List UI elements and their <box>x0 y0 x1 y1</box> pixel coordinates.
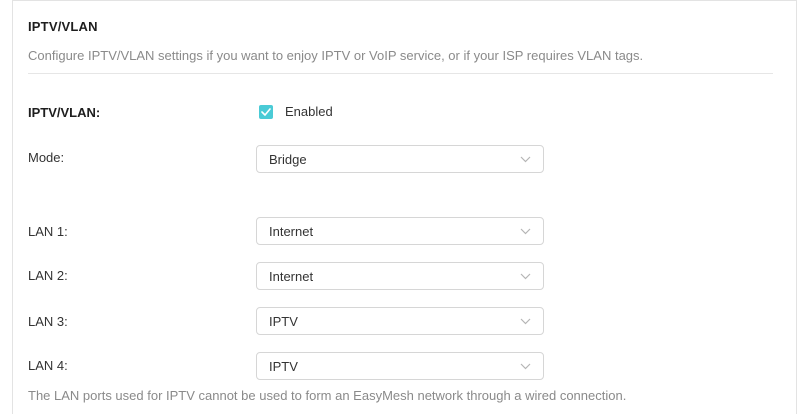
lan1-select[interactable]: Internet <box>256 217 544 245</box>
lan-iptv-note: The LAN ports used for IPTV cannot be us… <box>28 388 627 403</box>
lan3-select[interactable]: IPTV <box>256 307 544 335</box>
mode-label: Mode: <box>28 150 65 165</box>
iptv-vlan-enabled-checkbox[interactable]: Enabled <box>259 104 333 119</box>
lan1-label: LAN 1: <box>28 224 68 239</box>
section-description: Configure IPTV/VLAN settings if you want… <box>28 48 644 63</box>
section-title: IPTV/VLAN <box>28 19 98 34</box>
chevron-down-icon <box>520 273 531 280</box>
lan4-label: LAN 4: <box>28 358 68 373</box>
lan3-label: LAN 3: <box>28 314 68 329</box>
iptv-vlan-label: IPTV/VLAN: <box>28 105 101 120</box>
chevron-down-icon <box>520 318 531 325</box>
lan2-select[interactable]: Internet <box>256 262 544 290</box>
lan4-select[interactable]: IPTV <box>256 352 544 380</box>
mode-select-value: Bridge <box>269 152 307 167</box>
lan2-select-value: Internet <box>269 269 314 284</box>
lan3-select-value: IPTV <box>269 314 298 329</box>
mode-select[interactable]: Bridge <box>256 145 544 173</box>
checkbox-label: Enabled <box>285 104 333 119</box>
checkbox-checked-icon[interactable] <box>259 104 273 119</box>
chevron-down-icon <box>520 156 531 163</box>
chevron-down-icon <box>520 363 531 370</box>
chevron-down-icon <box>520 228 531 235</box>
lan1-select-value: Internet <box>269 224 314 239</box>
divider <box>28 73 773 74</box>
lan2-label: LAN 2: <box>28 268 68 283</box>
lan4-select-value: IPTV <box>269 359 298 374</box>
